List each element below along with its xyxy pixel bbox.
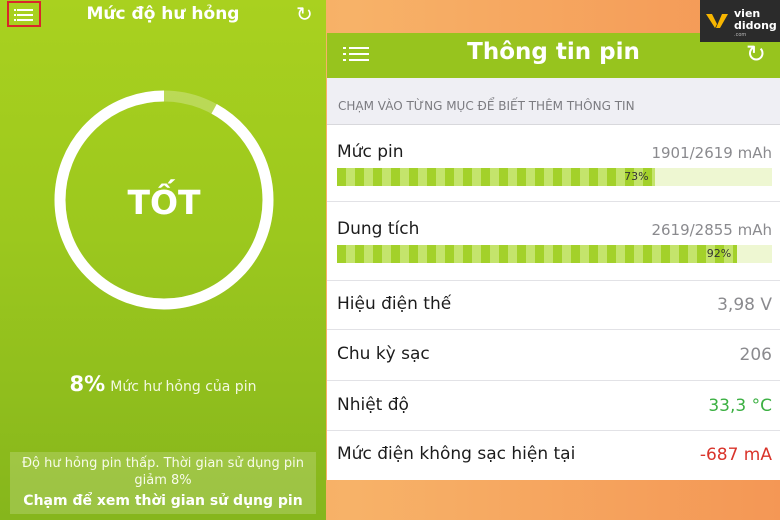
row-label: Chu kỳ sạc	[337, 344, 430, 364]
battery-life-footer[interactable]: Độ hư hỏng pin thấp. Thời gian sử dụng p…	[10, 452, 316, 514]
logo-chevron-icon	[706, 14, 728, 28]
row-label: Mức pin	[337, 142, 404, 162]
row-value: 33,3 °C	[708, 396, 772, 416]
current-row[interactable]: Mức điện không sạc hiện tại -687 mA	[327, 431, 780, 480]
battery-level-percent: 73%	[624, 170, 649, 183]
logo-text: .com	[734, 32, 747, 38]
damage-label: Mức hư hỏng của pin	[110, 379, 257, 395]
row-value: 3,98 V	[717, 295, 772, 315]
logo-text: didong	[734, 19, 777, 32]
capacity-bar: 92%	[337, 245, 772, 263]
left-title: Mức độ hư hỏng	[86, 4, 240, 24]
row-value: 206	[739, 345, 772, 365]
refresh-icon[interactable]: ↻	[296, 4, 313, 24]
capacity-percent: 92%	[706, 247, 732, 260]
capacity-fill: 92%	[337, 245, 738, 263]
capacity-row[interactable]: Dung tích 2619/2855 mAh 92%	[327, 202, 780, 281]
damage-summary: 8% Mức hư hỏng của pin	[0, 372, 326, 396]
right-title: Thông tin pin	[467, 39, 640, 65]
battery-damage-screen: Mức độ hư hỏng ↻ TỐT 8% Mức hư hỏng của …	[0, 0, 326, 520]
refresh-icon[interactable]: ↻	[746, 40, 766, 68]
footer-action: Chạm để xem thời gian sử dụng pin	[23, 493, 303, 509]
row-value: 1901/2619 mAh	[651, 144, 772, 162]
battery-level-row[interactable]: Mức pin 1901/2619 mAh 73%	[327, 125, 780, 202]
voltage-row[interactable]: Hiệu điện thế 3,98 V	[327, 281, 780, 330]
battery-level-fill: 73%	[337, 168, 655, 186]
battery-level-bar: 73%	[337, 168, 772, 186]
hint-text: CHẠM VÀO TỪNG MỤC ĐỂ BIẾT THÊM THÔNG TIN	[338, 99, 635, 113]
site-logo: vien didong .com	[700, 0, 780, 42]
left-header: Mức độ hư hỏng ↻	[0, 0, 326, 30]
footer-description: Độ hư hỏng pin thấp. Thời gian sử dụng p…	[21, 456, 305, 488]
row-value: 2619/2855 mAh	[651, 221, 772, 239]
row-label: Mức điện không sạc hiện tại	[337, 444, 576, 464]
battery-status: TỐT	[127, 183, 201, 222]
damage-percent: 8%	[69, 372, 106, 396]
row-label: Hiệu điện thế	[337, 294, 452, 314]
temperature-row[interactable]: Nhiệt độ 33,3 °C	[327, 381, 780, 431]
info-hint: CHẠM VÀO TỪNG MỤC ĐỂ BIẾT THÊM THÔNG TIN	[327, 78, 780, 125]
row-value: -687 mA	[699, 445, 772, 465]
row-label: Nhiệt độ	[337, 395, 409, 415]
battery-info-screen: Thông tin pin ↻ CHẠM VÀO TỪNG MỤC ĐỂ BIẾ…	[327, 33, 780, 480]
row-label: Dung tích	[337, 219, 420, 239]
charge-cycles-row[interactable]: Chu kỳ sạc 206	[327, 330, 780, 381]
